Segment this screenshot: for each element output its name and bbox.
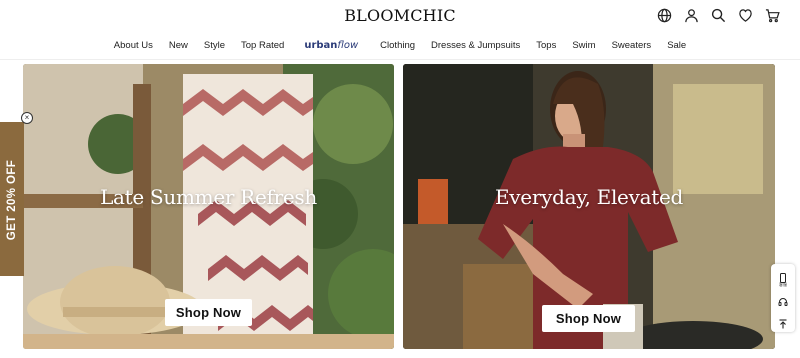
main-nav: About Us New Style Top Rated urbanflow C… [0,40,800,51]
nav-item-new[interactable]: New [161,40,196,51]
nav-item-style[interactable]: Style [196,40,233,51]
site-header: BLOOMCHIC [0,0,800,30]
search-icon[interactable] [710,7,726,23]
cart-icon[interactable] [764,7,780,23]
globe-icon[interactable] [656,7,672,23]
support-label: 客服 [779,282,787,287]
hero-banner-late-summer[interactable]: Late Summer Refresh Shop Now [23,64,394,349]
back-to-top-icon[interactable] [778,316,788,329]
nav-item-urban-flow[interactable]: urbanflow [292,40,372,51]
nav-item-clothing[interactable]: Clothing [372,40,423,51]
brand-part-flow: flow [337,40,359,51]
promo-label[interactable]: GET 20% OFF [6,160,18,240]
hero-title: Everyday, Elevated [494,185,683,209]
nav-item-top-rated[interactable]: Top Rated [233,40,292,51]
shop-now-button[interactable]: Shop Now [165,299,252,326]
header-icons [656,7,780,23]
nav-item-tops[interactable]: Tops [528,40,564,51]
nav-item-about-us[interactable]: About Us [106,40,161,51]
nav-item-sweaters[interactable]: Sweaters [604,40,660,51]
shop-now-button[interactable]: Shop Now [542,305,635,332]
nav-item-dresses-jumpsuits[interactable]: Dresses & Jumpsuits [423,40,528,51]
nav-item-swim[interactable]: Swim [564,40,603,51]
hero-banner-everyday-elevated[interactable]: Everyday, Elevated Shop Now [403,64,775,349]
phone-icon[interactable] [778,270,788,283]
hero-title: Late Summer Refresh [100,185,317,209]
nav-item-sale[interactable]: Sale [659,40,694,51]
header-divider [0,59,800,60]
brand-part-urban: urban [304,40,338,51]
heart-icon[interactable] [737,7,753,23]
account-icon[interactable] [683,7,699,23]
headset-icon[interactable] [778,294,788,306]
promo-close-button[interactable]: × [21,112,33,124]
floating-support-widget: 客服 [771,264,795,332]
